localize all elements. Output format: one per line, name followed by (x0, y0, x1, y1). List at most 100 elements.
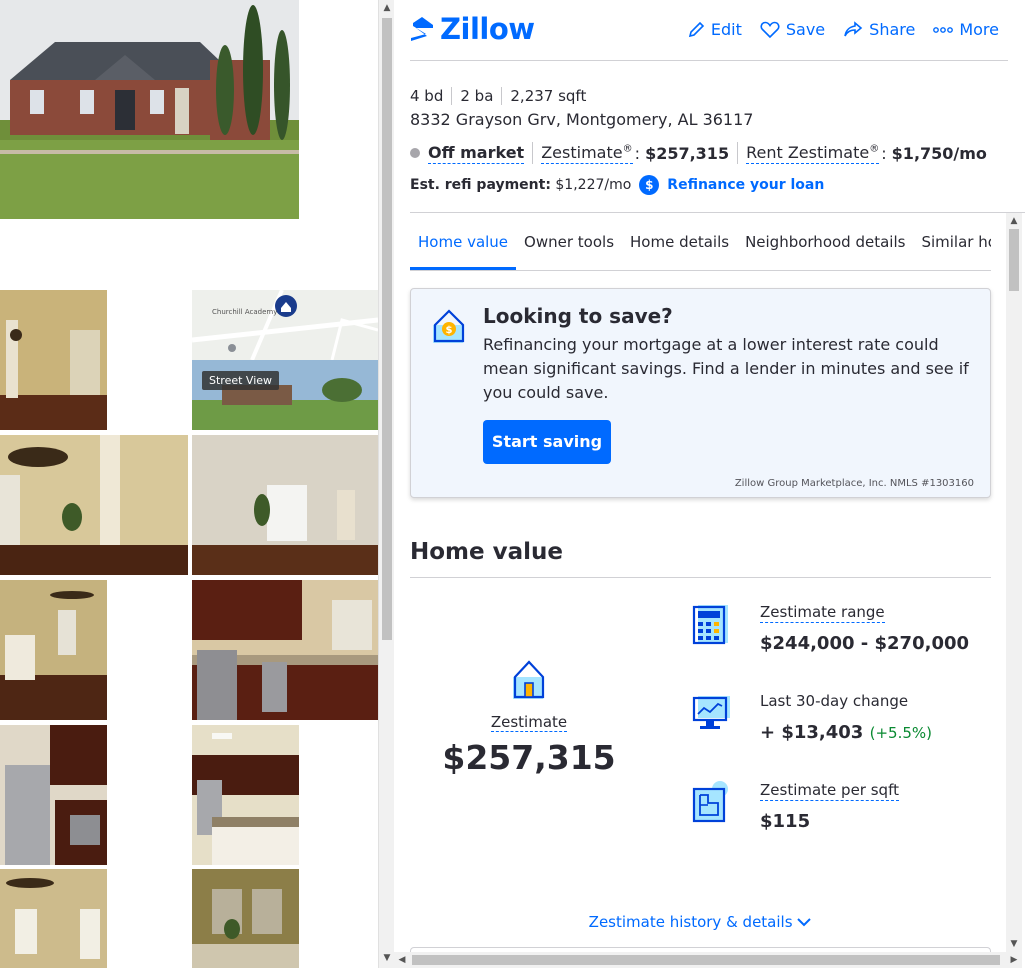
home-value-divider (410, 577, 991, 578)
scroll-right-icon[interactable]: ▶ (1006, 952, 1022, 968)
thirty-day-change-label: Last 30-day change (760, 692, 909, 710)
rent-reg-mark: ® (869, 143, 880, 155)
detail-tabs: Home value Owner tools Home details Neig… (410, 225, 991, 271)
refi-value: $1,227/mo (555, 177, 632, 193)
tab-home-details[interactable]: Home details (622, 225, 737, 269)
detail-scroll-up-icon[interactable]: ▲ (1006, 213, 1022, 229)
photo-family-room[interactable] (0, 580, 107, 720)
map-label: Churchill Academy (212, 308, 278, 316)
status-row: Off market Zestimate® : $257,315 Rent Ze… (410, 142, 987, 164)
zillow-logo-icon (411, 17, 433, 41)
promo-disclaimer: Zillow Group Marketplace, Inc. NMLS #130… (734, 478, 974, 489)
monitor-chart-icon (692, 696, 730, 729)
change-amount: + $13,403 (760, 722, 864, 743)
zestimate-per-sqft-label[interactable]: Zestimate per sqft (760, 781, 899, 801)
zestimate-history-text: Zestimate history & details (588, 913, 793, 931)
photo-living-room-empty[interactable] (192, 435, 378, 575)
refi-label: Est. refi payment: (410, 177, 551, 193)
zillow-logo[interactable]: Zillow (410, 12, 535, 46)
heart-icon (760, 21, 780, 38)
zestimate-label[interactable]: Zestimate (490, 713, 568, 732)
header-actions: Edit Save Share More (687, 20, 999, 39)
rent-zestimate-label[interactable]: Rent Zestimate® (746, 142, 880, 164)
zestimate-history-link[interactable]: Zestimate history & details (394, 913, 1006, 931)
zestimate-per-sqft-value: $115 (760, 811, 811, 832)
home-value-heading: Home value (410, 539, 563, 565)
scroll-up-icon[interactable]: ▲ (379, 0, 395, 16)
photo-kitchen[interactable] (192, 580, 378, 720)
zestimate-reg-mark: ® (622, 143, 633, 155)
main-photo-exterior[interactable] (0, 0, 299, 219)
share-icon (844, 20, 863, 36)
property-address: 8332 Grayson Grv, Montgomery, AL 36117 (410, 110, 754, 129)
status-dot-icon (410, 148, 420, 158)
more-button[interactable]: More (933, 20, 999, 39)
refi-row: Est. refi payment: $1,227/mo $ Refinance… (410, 175, 824, 195)
rent-zestimate-value: $1,750/mo (891, 143, 987, 163)
home-facts: 4 bd 2 ba 2,237 sqft (410, 87, 594, 105)
share-button[interactable]: Share (843, 20, 915, 39)
detail-horizontal-scrollbar[interactable]: ◀ ▶ (394, 952, 1022, 968)
photo-dining-room[interactable] (0, 435, 188, 575)
photo-kitchen-island[interactable] (192, 725, 299, 865)
thirty-day-change-value: + $13,403 (+5.5%) (760, 722, 932, 743)
share-label: Share (869, 20, 916, 39)
more-label: More (959, 20, 999, 39)
refinance-promo-card: $ Looking to save? Refinancing your mort… (410, 288, 991, 498)
tab-similar-homes[interactable]: Similar homes (913, 225, 991, 269)
scroll-down-icon[interactable]: ▼ (379, 950, 395, 966)
zestimate-header-text: Zestimate (541, 142, 623, 162)
dollar-icon: $ (639, 175, 660, 195)
change-percent: (+5.5%) (869, 724, 933, 742)
photo-interior-entry[interactable] (0, 290, 107, 430)
pencil-icon (688, 21, 705, 37)
gallery-scrollbar[interactable]: ▲ ▼ (378, 0, 395, 968)
header-divider (410, 60, 1008, 61)
gallery-scrollbar-thumb[interactable] (382, 18, 392, 640)
house-icon (513, 660, 545, 699)
zestimate-range-value: $244,000 - $270,000 (760, 633, 970, 654)
house-dollar-icon: $ (433, 309, 465, 343)
photo-kitchen-fridge[interactable] (0, 725, 107, 865)
refinance-link[interactable]: Refinance your loan (667, 177, 824, 193)
scroll-left-icon[interactable]: ◀ (394, 952, 410, 968)
detail-scrollbar[interactable]: ▲ ▼ (1006, 213, 1022, 952)
promo-title: Looking to save? (483, 304, 673, 328)
sqft-count: 2,237 sqft (501, 87, 594, 105)
property-detail-panel: Zillow Edit Save Share More 4 bd 2 ba 2,… (394, 0, 1025, 968)
zestimate-value: $257,315 (442, 738, 616, 777)
calculator-icon (692, 605, 728, 645)
detail-scroll-down-icon[interactable]: ▼ (1006, 936, 1022, 952)
horizontal-scrollbar-thumb[interactable] (412, 955, 1000, 965)
beds-count: 4 bd (410, 87, 444, 105)
status-separator (532, 142, 534, 164)
zestimate-header-label[interactable]: Zestimate® (541, 142, 633, 164)
save-label: Save (785, 20, 826, 39)
tab-home-value[interactable]: Home value (410, 225, 517, 270)
photo-bedroom[interactable] (0, 869, 107, 968)
brand-name: Zillow (440, 12, 535, 46)
zestimate-range-label[interactable]: Zestimate range (760, 603, 885, 623)
zestimate-header-value: $257,315 (645, 143, 730, 163)
detail-scroll-area[interactable]: Home value Owner tools Home details Neig… (394, 213, 1025, 968)
more-dots-icon (933, 26, 954, 33)
tab-owner-tools[interactable]: Owner tools (516, 225, 622, 269)
edit-button[interactable]: Edit (687, 20, 742, 39)
map-street-view[interactable]: Churchill Academy Street View (192, 290, 378, 430)
photo-bathroom[interactable] (192, 869, 299, 968)
save-button[interactable]: Save (760, 20, 825, 39)
chevron-down-icon (797, 918, 812, 927)
photo-gallery: Churchill Academy Street View (0, 0, 378, 968)
street-view-label[interactable]: Street View (202, 371, 280, 390)
rent-separator (737, 142, 739, 164)
start-saving-button[interactable]: Start saving (483, 420, 611, 464)
rent-zestimate-text: Rent Zestimate (746, 142, 870, 162)
detail-scrollbar-thumb[interactable] (1009, 229, 1019, 291)
baths-count: 2 ba (451, 87, 501, 105)
status-label[interactable]: Off market (428, 143, 525, 164)
tab-neighborhood-details[interactable]: Neighborhood details (737, 225, 913, 269)
zestimate-summary: Zestimate $257,315 (434, 657, 624, 777)
blueprint-icon (692, 781, 728, 823)
promo-body: Refinancing your mortgage at a lower int… (483, 335, 969, 402)
svg-text:$: $ (446, 325, 453, 336)
